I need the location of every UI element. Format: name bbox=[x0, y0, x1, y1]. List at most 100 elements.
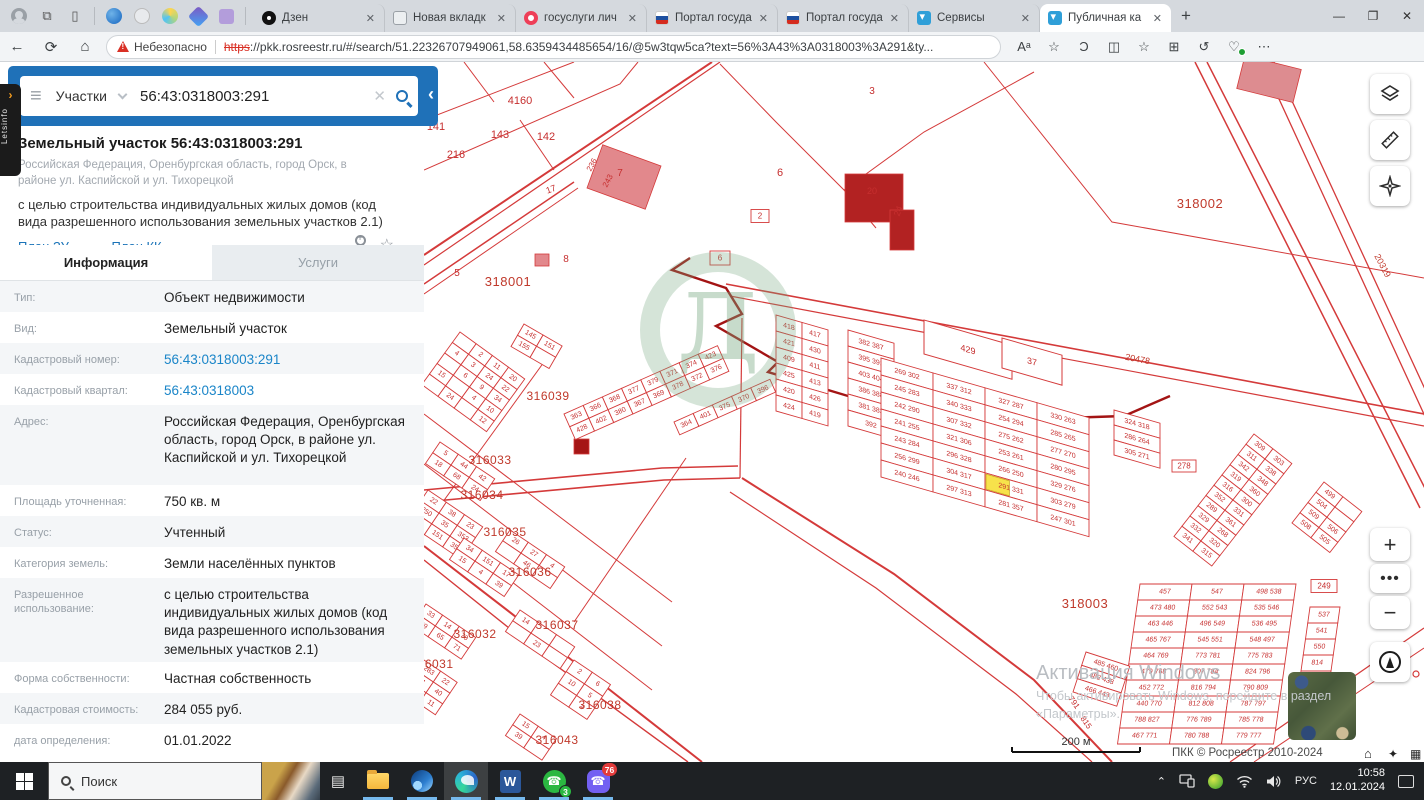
tab-close-icon[interactable]: ✕ bbox=[494, 12, 509, 25]
browser-tab-3[interactable]: госуслуги лич ✕ bbox=[516, 4, 647, 32]
extension-blue-icon[interactable] bbox=[105, 7, 123, 25]
new-tab-button[interactable]: + bbox=[1171, 6, 1201, 26]
window-close-button[interactable]: ✕ bbox=[1390, 9, 1424, 23]
cadastral-quarter-label[interactable]: 316033 bbox=[468, 453, 511, 467]
taskbar-app-viber[interactable]: ☎ 76 bbox=[576, 762, 620, 800]
window-maximize-button[interactable]: ❐ bbox=[1356, 9, 1390, 23]
extension-gray-icon[interactable] bbox=[133, 7, 151, 25]
taskbar-app-explorer[interactable] bbox=[356, 762, 400, 800]
attribute-value[interactable]: 56:43:0318003 bbox=[164, 374, 254, 400]
tab-close-icon[interactable]: ✕ bbox=[756, 12, 771, 25]
menu-hamburger-icon[interactable]: ≡ bbox=[30, 85, 42, 108]
parcel-attributes-table: Тип: Объект недвижимости Вид: Земельный уча… bbox=[0, 281, 424, 762]
notification-center-icon[interactable] bbox=[1398, 774, 1414, 788]
my-location-button[interactable] bbox=[1370, 642, 1410, 682]
workspaces-icon[interactable]: ⧉ bbox=[38, 7, 56, 25]
cadastral-quarter-label[interactable]: 318001 bbox=[485, 274, 531, 289]
tab-information[interactable]: Информация bbox=[0, 245, 212, 280]
parcel-number: 463 446 bbox=[1147, 621, 1173, 628]
favorites-bar-icon[interactable]: ☆ bbox=[1129, 38, 1159, 56]
map-canvas[interactable]: 418417421430409411425413420426424419382 … bbox=[424, 62, 1424, 762]
tab-close-icon[interactable]: ✕ bbox=[887, 12, 902, 25]
taskbar-app-word[interactable]: W bbox=[488, 762, 532, 800]
cadastral-quarter-label[interactable]: 318002 bbox=[1177, 196, 1223, 211]
zoom-more-button[interactable]: ••• bbox=[1370, 564, 1410, 593]
connected-devices-icon[interactable] bbox=[1179, 774, 1195, 788]
cadastral-quarter-label[interactable]: 316038 bbox=[578, 698, 621, 712]
clear-search-icon[interactable]: ✕ bbox=[373, 87, 386, 105]
language-indicator[interactable]: РУС bbox=[1295, 775, 1317, 787]
zoom-in-button[interactable]: + bbox=[1370, 528, 1410, 561]
attribute-value[interactable]: 56:43:0318003:291 bbox=[164, 343, 280, 369]
split-screen-icon[interactable]: ◫ bbox=[1099, 38, 1129, 56]
tab-close-icon[interactable]: ✕ bbox=[363, 12, 378, 25]
taskbar-app-edge[interactable] bbox=[444, 762, 488, 800]
cadastral-quarter-label[interactable]: 316037 bbox=[535, 618, 578, 632]
layers-button[interactable] bbox=[1370, 74, 1410, 114]
browser-tab-6[interactable]: Сервисы ✕ bbox=[909, 4, 1040, 32]
cadastral-quarter-label[interactable]: 316039 bbox=[526, 389, 569, 403]
cadastral-quarter-label[interactable]: 316035 bbox=[483, 525, 526, 539]
attribute-row: Вид: Земельный участок bbox=[0, 312, 424, 343]
task-view-icon[interactable]: ▤ bbox=[320, 762, 356, 800]
browser-tab-7[interactable]: Публичная ка ✕ bbox=[1040, 4, 1171, 32]
cadastral-quarter-label[interactable]: 318003 bbox=[1062, 596, 1108, 611]
cadastral-quarter-label[interactable]: 316034 bbox=[460, 488, 503, 502]
browser-tab-4[interactable]: Портал госуда ✕ bbox=[647, 4, 778, 32]
wifi-icon[interactable] bbox=[1236, 775, 1253, 788]
extension-color-icon[interactable] bbox=[161, 7, 179, 25]
basemap-image-icon[interactable]: ▦ bbox=[1410, 747, 1421, 761]
browser-tab-5[interactable]: Портал госуда ✕ bbox=[778, 4, 909, 32]
tab-close-icon[interactable]: ✕ bbox=[625, 12, 640, 25]
chevron-down-icon[interactable] bbox=[117, 89, 128, 100]
road-line bbox=[519, 119, 555, 171]
letsinfo-extension-tab[interactable]: › Letsinfo bbox=[0, 84, 21, 176]
taskbar-search[interactable]: Поиск bbox=[48, 762, 262, 800]
start-button[interactable] bbox=[0, 762, 48, 800]
home-icon[interactable]: ⌂ bbox=[1364, 746, 1372, 761]
collections-icon[interactable]: ⊞ bbox=[1159, 38, 1189, 56]
search-input[interactable] bbox=[140, 87, 364, 105]
cadastral-quarter-label[interactable]: 316036 bbox=[508, 565, 551, 579]
cadastral-quarter-label[interactable]: 316043 bbox=[535, 733, 578, 747]
basemap-satellite-thumbnail[interactable] bbox=[1288, 672, 1356, 740]
tab-close-icon[interactable]: ✕ bbox=[1018, 12, 1033, 25]
favorite-star-icon[interactable]: ☆ bbox=[1039, 38, 1069, 56]
cadastral-map[interactable]: 418 417 421 430 409 411 425 413 420 426 424 419 382 … bbox=[424, 62, 1424, 762]
back-button[interactable]: ← bbox=[0, 38, 34, 55]
search-category-dropdown[interactable]: Участки bbox=[56, 88, 107, 104]
locate-object-button[interactable] bbox=[1370, 166, 1410, 206]
tab-services[interactable]: Услуги bbox=[212, 245, 424, 280]
parcel-number: 545 551 bbox=[1197, 637, 1223, 644]
window-minimize-button[interactable]: — bbox=[1322, 9, 1356, 23]
profile-avatar-icon[interactable] bbox=[10, 7, 28, 25]
copilot-icon[interactable]: Ɔ bbox=[1069, 38, 1099, 56]
collapse-panel-icon[interactable]: ‹ bbox=[428, 84, 434, 105]
browser-tab-1[interactable]: Дзен ✕ bbox=[254, 4, 385, 32]
taskbar-app-whatsapp[interactable]: ☎ 3 bbox=[532, 762, 576, 800]
extension-lilac-icon[interactable] bbox=[217, 7, 235, 25]
tray-expand-chevron-icon[interactable]: ⌃ bbox=[1157, 775, 1166, 788]
center-star-icon[interactable]: ✦ bbox=[1388, 747, 1398, 761]
volume-icon[interactable] bbox=[1266, 775, 1282, 788]
browser-tab-2[interactable]: Новая вкладк ✕ bbox=[385, 4, 516, 32]
antivirus-tray-icon[interactable] bbox=[1207, 773, 1223, 789]
tab-close-icon[interactable]: ✕ bbox=[1150, 12, 1165, 25]
widgets-news-button[interactable] bbox=[262, 762, 320, 800]
copilot-diamond-icon[interactable] bbox=[187, 5, 209, 27]
taskbar-app-mail-swoosh[interactable] bbox=[400, 762, 444, 800]
url-field[interactable]: Небезопасно https://pkk.rosreestr.ru/#/s… bbox=[106, 34, 1001, 59]
measure-ruler-button[interactable] bbox=[1370, 120, 1410, 160]
settings-more-icon[interactable]: ⋯ bbox=[1249, 38, 1279, 56]
clock[interactable]: 10:58 12.01.2024 bbox=[1330, 767, 1385, 795]
cadastral-quarter-label[interactable]: 316032 bbox=[453, 627, 496, 641]
search-icon[interactable] bbox=[396, 90, 408, 102]
cadastral-quarter-label[interactable]: 316031 bbox=[424, 657, 454, 671]
sidebar-icon[interactable]: ▯ bbox=[66, 7, 84, 25]
history-icon[interactable]: ↺ bbox=[1189, 38, 1219, 56]
zoom-out-button[interactable]: − bbox=[1370, 596, 1410, 629]
home-button[interactable]: ⌂ bbox=[68, 38, 102, 55]
browser-essentials-icon[interactable]: ♡ bbox=[1219, 38, 1249, 56]
refresh-button[interactable]: ⟳ bbox=[34, 38, 68, 56]
read-aloud-icon[interactable]: Aᵃ bbox=[1009, 38, 1039, 56]
